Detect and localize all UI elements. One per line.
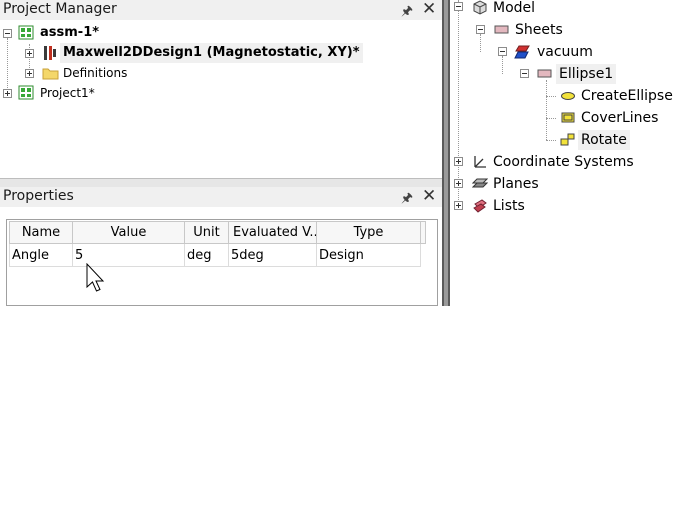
properties-title: Properties xyxy=(3,188,74,204)
column-header-filler xyxy=(420,221,426,244)
pin-icon[interactable]: 🖈︎ xyxy=(401,2,413,24)
expand-toggle[interactable] xyxy=(454,157,463,166)
planes-icon xyxy=(472,178,488,188)
tree-item-label: Ellipse1 xyxy=(556,64,617,84)
close-icon[interactable]: ✕ xyxy=(422,186,436,206)
tree-connector xyxy=(546,140,556,141)
tree-connector xyxy=(458,0,459,206)
expand-toggle[interactable] xyxy=(25,69,34,78)
ellipse-icon xyxy=(561,92,575,100)
expand-toggle[interactable] xyxy=(3,89,12,98)
cover-lines-icon xyxy=(561,112,575,123)
tree-connector xyxy=(546,80,547,140)
tree-item-label: assm-1* xyxy=(40,25,100,40)
cell-name: Angle xyxy=(9,243,73,267)
coordinate-system-icon xyxy=(474,156,486,168)
tree-item-label: Rotate xyxy=(578,130,630,150)
maxwell-design-icon xyxy=(44,46,56,60)
tree-item-label: Definitions xyxy=(63,66,128,80)
properties-table: Name Value Unit Evaluated V... Type Angl… xyxy=(9,221,426,267)
tree-item-label: Coordinate Systems xyxy=(493,154,634,170)
project-icon xyxy=(18,25,34,40)
collapse-toggle[interactable] xyxy=(476,25,485,34)
vertical-splitter[interactable] xyxy=(442,0,450,306)
properties-panel: Properties 🖈︎ ✕ Name Value Unit Evaluate… xyxy=(0,186,442,306)
tree-item-label: vacuum xyxy=(537,44,593,60)
horizontal-splitter[interactable] xyxy=(0,178,442,187)
collapse-toggle[interactable] xyxy=(454,2,463,11)
tree-connector xyxy=(546,118,556,119)
mouse-cursor-icon xyxy=(86,263,105,292)
project-manager-panel: Project Manager 🖈︎ ✕ assm-1* Maxwell2DDe… xyxy=(0,0,442,178)
column-header-name[interactable]: Name xyxy=(9,221,73,244)
material-icon xyxy=(514,45,530,59)
tree-item-label: Model xyxy=(493,0,536,16)
collapse-toggle[interactable] xyxy=(3,29,12,38)
expand-toggle[interactable] xyxy=(454,201,463,210)
column-header-evaluated[interactable]: Evaluated V... xyxy=(228,221,317,244)
sheet-icon xyxy=(537,69,552,78)
rotate-icon xyxy=(560,133,575,146)
model-tree: Model Sheets vacuum Ellipse1 CreateEllip… xyxy=(450,0,683,220)
tree-item-label: Sheets xyxy=(515,22,563,38)
column-header-unit[interactable]: Unit xyxy=(184,221,229,244)
project-manager-titlebar: Project Manager 🖈︎ ✕ xyxy=(0,0,442,20)
close-icon[interactable]: ✕ xyxy=(422,0,436,19)
collapse-toggle[interactable] xyxy=(520,69,529,78)
properties-titlebar: Properties 🖈︎ ✕ xyxy=(0,186,442,207)
folder-icon xyxy=(42,68,59,80)
project-manager-title: Project Manager xyxy=(3,1,117,17)
tree-connector xyxy=(480,34,481,52)
tree-item-label: Planes xyxy=(493,176,539,192)
expand-toggle[interactable] xyxy=(454,179,463,188)
collapse-toggle[interactable] xyxy=(498,47,507,56)
column-header-type[interactable]: Type xyxy=(316,221,421,244)
properties-grid: Name Value Unit Evaluated V... Type Angl… xyxy=(6,219,438,306)
tree-item-definitions[interactable]: Definitions xyxy=(0,63,440,83)
tree-item-assm-1[interactable]: assm-1* xyxy=(0,23,440,43)
tree-connector xyxy=(546,96,556,97)
project-icon xyxy=(18,85,34,100)
tree-item-project1[interactable]: Project1* xyxy=(0,83,440,103)
pin-icon[interactable]: 🖈︎ xyxy=(401,189,413,211)
tree-item-maxwell-design[interactable]: Maxwell2DDesign1 (Magnetostatic, XY)* xyxy=(0,43,440,63)
cell-unit[interactable]: deg xyxy=(184,243,229,267)
tree-connector xyxy=(502,56,503,74)
tree-item-label: Maxwell2DDesign1 (Magnetostatic, XY)* xyxy=(60,43,363,63)
table-row[interactable]: Angle 5 deg 5deg Design xyxy=(9,243,426,267)
column-header-value[interactable]: Value xyxy=(72,221,185,244)
lists-icon xyxy=(473,199,487,213)
cell-type: Design xyxy=(316,243,421,267)
cell-filler xyxy=(421,244,426,267)
tree-item-label: CreateEllipse xyxy=(581,88,673,104)
tree-item-label: Lists xyxy=(493,198,525,214)
expand-toggle[interactable] xyxy=(25,49,34,58)
model-icon xyxy=(473,0,487,15)
tree-item-label: CoverLines xyxy=(581,110,659,126)
tree-item-label: Project1* xyxy=(40,86,95,100)
cell-evaluated: 5deg xyxy=(228,243,317,267)
sheet-icon xyxy=(494,25,509,34)
